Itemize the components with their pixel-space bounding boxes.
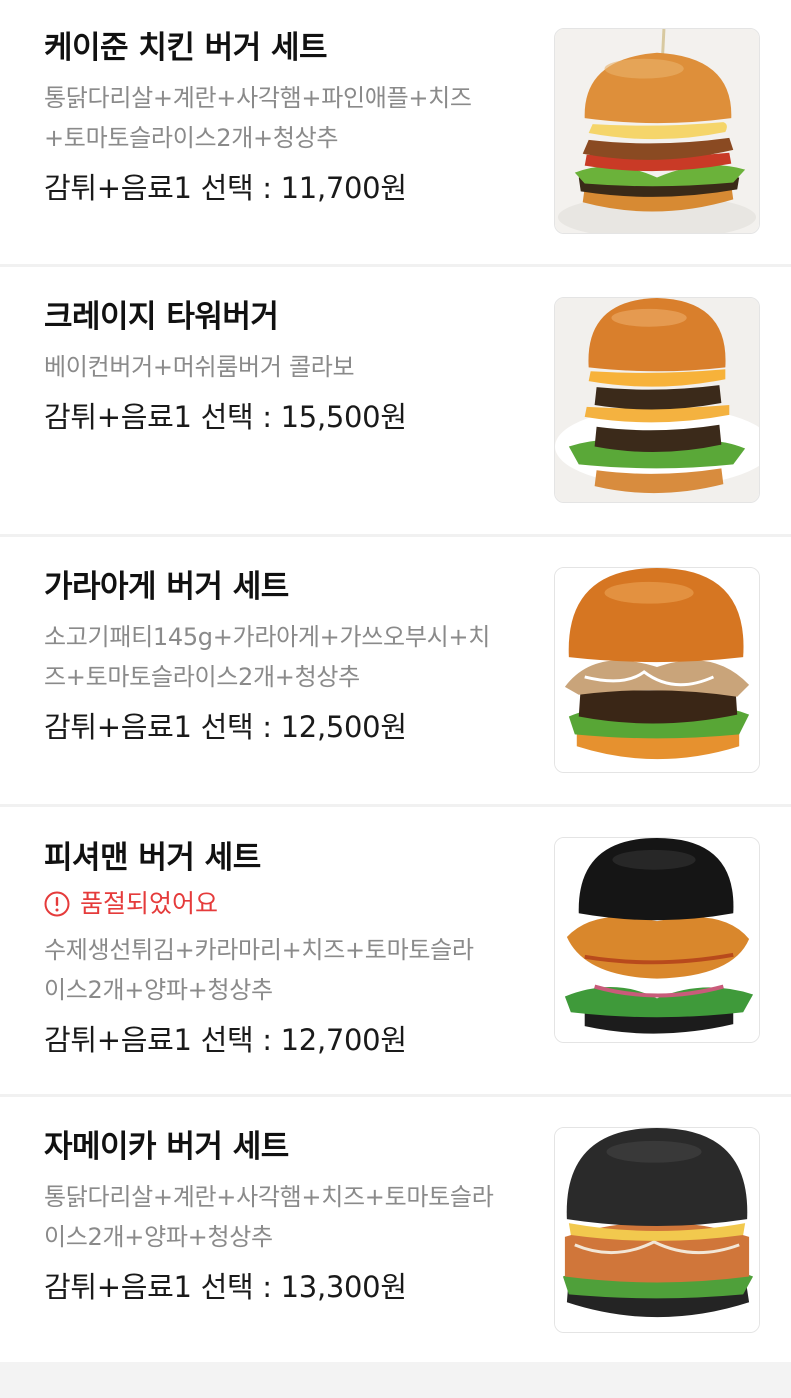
menu-item-description: 베이컨버거+머쉬룸버거 콜라보 — [44, 353, 355, 381]
burger-photo[interactable] — [554, 297, 760, 503]
menu-item-price: 감튀+음료1 선택 : 13,300원 — [44, 1270, 407, 1304]
menu-item-description: 통닭다리살+계란+사각햄+파인애플+치즈 +토마토슬라이스2개+청상추 — [44, 84, 472, 152]
menu-item-price: 감튀+음료1 선택 : 15,500원 — [44, 400, 407, 434]
menu-item[interactable]: 자메이카 버거 세트 통닭다리살+계란+사각햄+치즈+토마토슬라 이스2개+양파… — [0, 1097, 791, 1365]
menu-item-price: 감튀+음료1 선택 : 12,500원 — [44, 710, 407, 744]
menu-item-price: 감튀+음료1 선택 : 12,700원 — [44, 1023, 407, 1057]
burger-photo[interactable] — [554, 1127, 760, 1333]
menu-item-name: 케이준 치킨 버거 세트 — [44, 30, 328, 66]
menu-item-description: 소고기패티145g+가라아게+가쓰오부시+치 즈+토마토슬라이스2개+청상추 — [44, 623, 490, 691]
burger-photo[interactable] — [554, 28, 760, 234]
menu-item[interactable]: 가라아게 버거 세트 소고기패티145g+가라아게+가쓰오부시+치 즈+토마토슬… — [0, 537, 791, 807]
menu-item-name: 피셔맨 버거 세트 — [44, 840, 261, 876]
sold-out-text: 품절되었어요 — [80, 889, 219, 918]
menu-item[interactable]: 케이준 치킨 버거 세트 통닭다리살+계란+사각햄+파인애플+치즈 +토마토슬라… — [0, 0, 791, 267]
menu-item-price: 감튀+음료1 선택 : 11,700원 — [44, 171, 407, 205]
sold-out-badge: 품절되었어요 — [44, 886, 541, 922]
menu-item-description: 통닭다리살+계란+사각햄+치즈+토마토슬라 이스2개+양파+청상추 — [44, 1183, 494, 1251]
menu-list: 케이준 치킨 버거 세트 통닭다리살+계란+사각햄+파인애플+치즈 +토마토슬라… — [0, 0, 791, 1365]
burger-photo[interactable] — [554, 567, 760, 773]
menu-item-name: 자메이카 버거 세트 — [44, 1129, 289, 1165]
alert-icon — [44, 891, 70, 917]
menu-item[interactable]: 크레이지 타워버거 베이컨버거+머쉬룸버거 콜라보 감튀+음료1 선택 : 15… — [0, 267, 791, 537]
bottom-spacer — [0, 1362, 791, 1398]
menu-item-description: 수제생선튀김+카라마리+치즈+토마토슬라 이스2개+양파+청상추 — [44, 936, 474, 1004]
menu-item-name: 크레이지 타워버거 — [44, 299, 279, 335]
menu-item[interactable]: 피셔맨 버거 세트 품절되었어요 수제생선튀김+카라마리+치즈+토마토슬라 이스… — [0, 807, 791, 1097]
menu-item-name: 가라아게 버거 세트 — [44, 569, 289, 605]
burger-photo[interactable] — [554, 837, 760, 1043]
